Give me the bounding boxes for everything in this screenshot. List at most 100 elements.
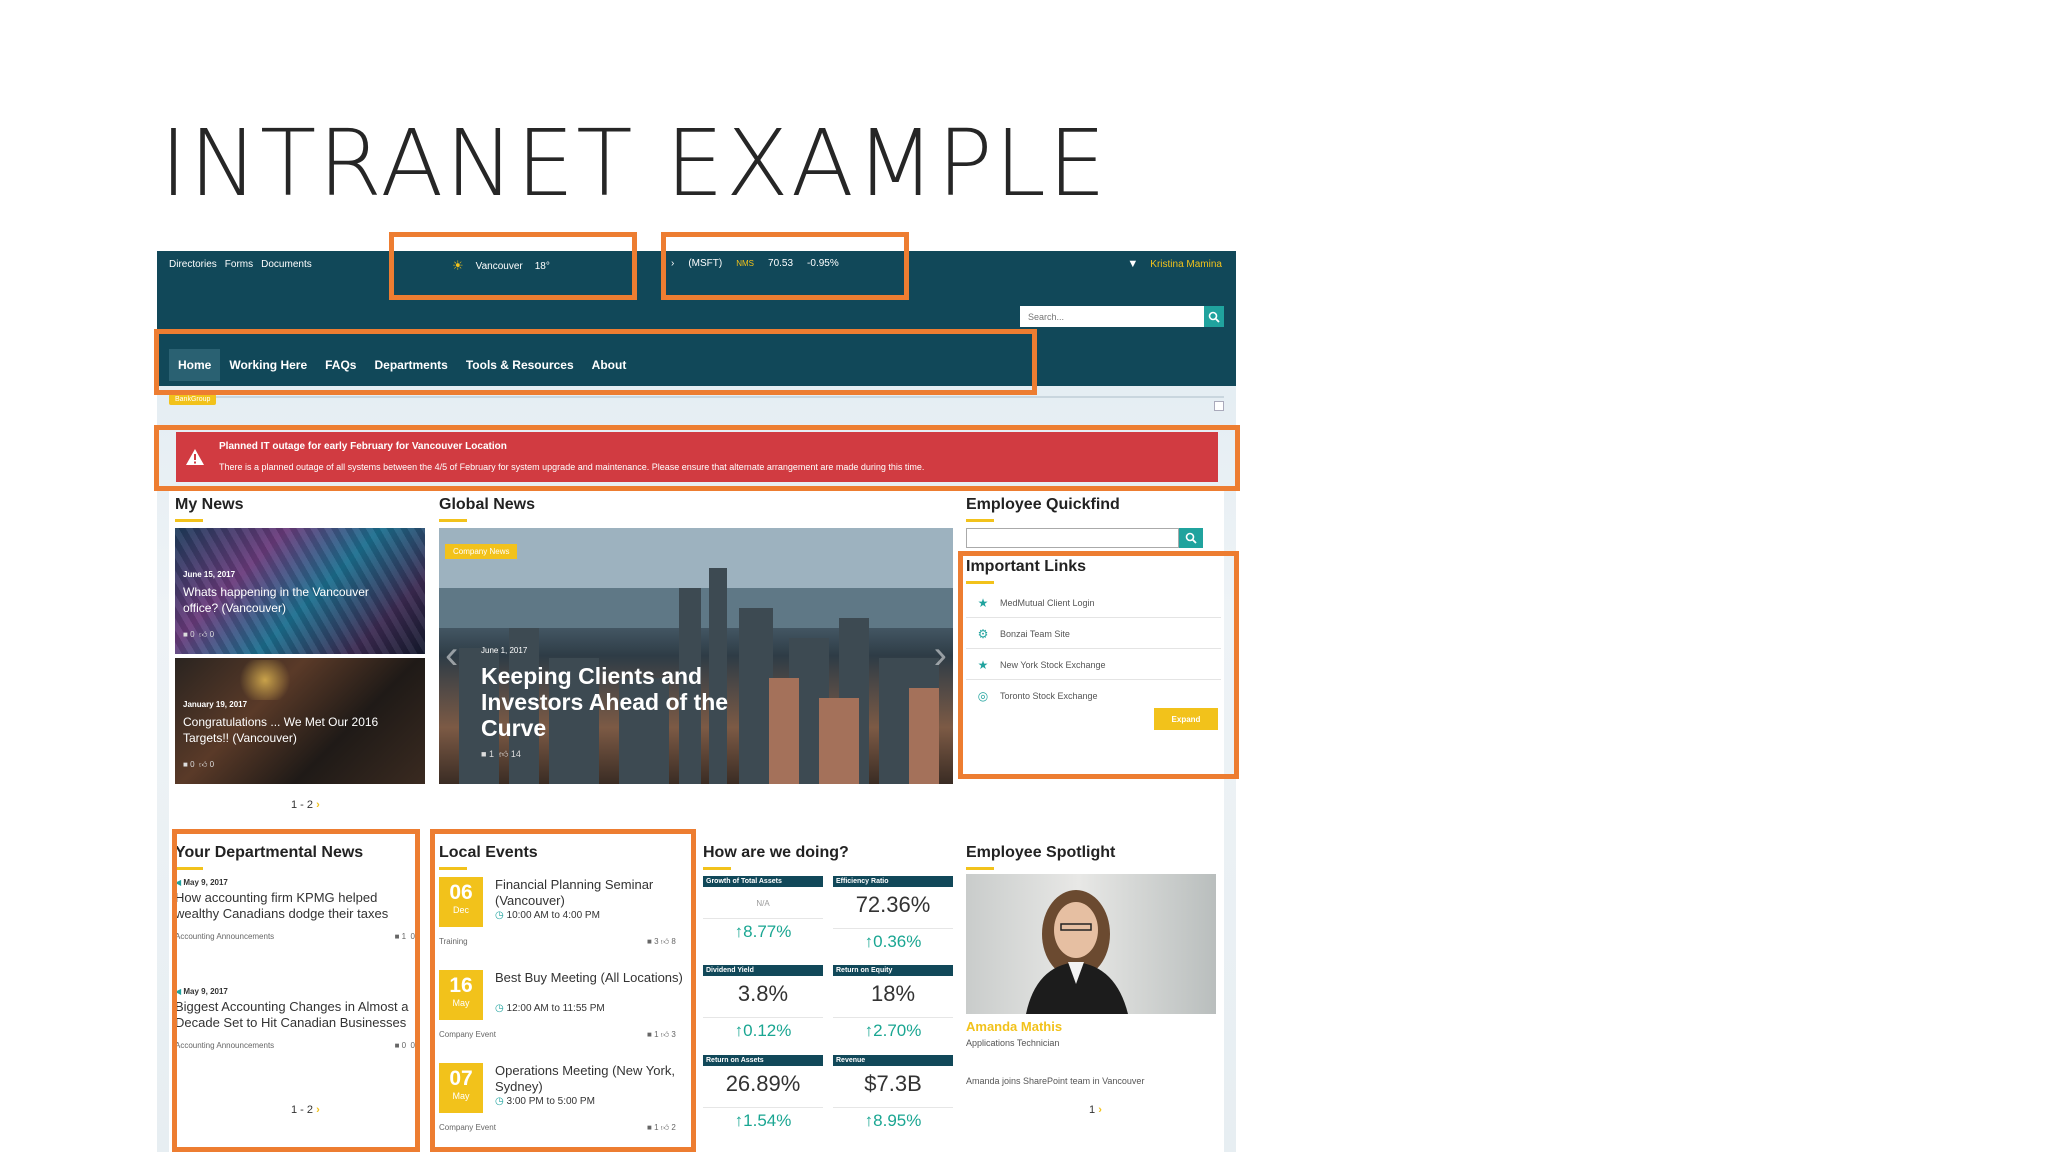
time-text: 3:00 PM to 5:00 PM [506, 1096, 595, 1107]
event-title[interactable]: Operations Meeting (New York, Sydney) [495, 1063, 690, 1095]
arrow-up-icon: ↑ [734, 1021, 744, 1040]
event-title[interactable]: Best Buy Meeting (All Locations) [495, 970, 690, 986]
city-skyline-image [439, 528, 953, 784]
like-count: 8 [671, 937, 676, 946]
hero-headline[interactable]: Keeping Clients and Investors Ahead of t… [481, 663, 781, 741]
spotlight-description[interactable]: Amanda joins SharePoint team in Vancouve… [966, 1076, 1144, 1086]
event-time: ◷ 3:00 PM to 5:00 PM [495, 1096, 595, 1107]
chevron-left-icon[interactable]: ‹ [445, 633, 458, 678]
documents-link[interactable]: Documents [261, 259, 312, 270]
metric-value: 26.89% [725, 1071, 801, 1096]
comment-count: 1 [654, 1123, 659, 1132]
local-events-title: Local Events [439, 844, 538, 870]
search-input[interactable] [1020, 306, 1204, 327]
like-icon[interactable]: 👍︎ [199, 760, 207, 769]
content-area: My News June 15, 2017 Whats happening in… [169, 491, 1224, 1152]
event-date-badge: 07 May [439, 1063, 483, 1113]
quickfind-search-button[interactable] [1179, 528, 1203, 548]
dept-news-item[interactable]: ◀ May 9, 2017 How accounting firm KPMG h… [175, 878, 415, 941]
filter-icon[interactable]: ▼ [1127, 258, 1138, 270]
weather-widget: ☀ Vancouver 18° [452, 258, 550, 274]
stock-change: -0.95% [807, 258, 839, 269]
link-label: New York Stock Exchange [1000, 659, 1106, 670]
metric-change: ↑8.77% [703, 918, 823, 942]
important-link[interactable]: ⚙ Bonzai Team Site [966, 619, 1221, 649]
event-title[interactable]: Financial Planning Seminar (Vancouver) [495, 877, 690, 909]
nav-working-here[interactable]: Working Here [220, 349, 316, 381]
nav-faqs[interactable]: FAQs [316, 349, 365, 381]
like-icon[interactable]: 👍︎ [661, 937, 669, 946]
event-day: 16 [449, 974, 473, 997]
news-title[interactable]: Congratulations ... We Met Our 2016 Targ… [183, 714, 403, 746]
search-button[interactable] [1204, 306, 1224, 327]
link-label: MedMutual Client Login [1000, 597, 1095, 608]
metric-value: 72.36% [855, 892, 931, 917]
dept-news-category[interactable]: Accounting Announcements [175, 1041, 274, 1050]
breadcrumb-tag[interactable]: BankGroup [169, 394, 217, 405]
comment-count: 3 [654, 937, 659, 946]
forms-link[interactable]: Forms [225, 259, 253, 270]
like-icon[interactable]: 👍︎ [661, 1123, 669, 1132]
nav-home[interactable]: Home [169, 349, 221, 381]
chevron-right-icon[interactable]: › [934, 633, 947, 678]
dept-news-date: ◀ May 9, 2017 [175, 987, 415, 996]
like-icon[interactable]: 👍︎ [661, 1030, 669, 1039]
nav-tools-resources[interactable]: Tools & Resources [457, 349, 583, 381]
expand-button[interactable]: Expand [1154, 708, 1218, 730]
directories-link[interactable]: Directories [169, 259, 217, 270]
like-icon[interactable]: 👍︎ [199, 630, 207, 639]
change-text: 0.36% [873, 932, 922, 951]
dept-news-category[interactable]: Accounting Announcements [175, 932, 274, 941]
site-search [1020, 306, 1224, 327]
chevron-right-icon[interactable]: › [316, 1104, 320, 1116]
dept-news-pager[interactable]: 1 - 2 › [291, 1104, 320, 1116]
news-category-tag[interactable]: Company News [445, 544, 518, 559]
event-counts: ■ 1 👍︎ 3 [647, 1030, 676, 1040]
nav-departments[interactable]: Departments [365, 349, 456, 381]
dept-news-item[interactable]: ◀ May 9, 2017 Biggest Accounting Changes… [175, 987, 415, 1050]
global-news-hero[interactable]: Company News ‹ › June 1, 2017 Keeping Cl… [439, 528, 953, 784]
news-title[interactable]: Whats happening in the Vancouver office?… [183, 584, 403, 616]
metric-label: Efficiency Ratio [833, 876, 953, 887]
comment-count: 1 [401, 932, 407, 941]
alert-title: Planned IT outage for early February for… [219, 441, 507, 452]
my-news-pager[interactable]: 1 - 2 › [291, 799, 320, 811]
chevron-right-icon[interactable]: › [671, 258, 674, 269]
news-meta: ■ 0 👍︎ 0 [183, 630, 214, 640]
quickfind-title: Employee Quickfind [966, 496, 1120, 522]
stock-ticker: › (MSFT) NMS 70.53 -0.95% [671, 258, 839, 269]
hero-meta: ■ 1 👍︎ 14 [481, 749, 521, 760]
chevron-right-icon[interactable]: › [316, 799, 320, 811]
metric-card: Growth of Total Assets N/A ↑8.77% [703, 876, 823, 960]
chevron-right-icon[interactable]: › [1098, 1104, 1102, 1116]
important-link[interactable]: ★ MedMutual Client Login [966, 588, 1221, 618]
user-name[interactable]: Kristina Mamina [1150, 259, 1222, 270]
like-icon[interactable]: 👍︎ [499, 749, 508, 759]
nav-about[interactable]: About [583, 349, 636, 381]
dept-news-title[interactable]: Biggest Accounting Changes in Almost a D… [175, 999, 415, 1031]
quickfind-input[interactable] [966, 528, 1179, 548]
event-month: Dec [452, 905, 469, 915]
comment-icon: ■ [647, 1123, 652, 1132]
important-link[interactable]: ◎ Toronto Stock Exchange [966, 681, 1221, 711]
event-time: ◷ 12:00 AM to 11:55 PM [495, 1003, 605, 1014]
like-count: 2 [671, 1123, 676, 1132]
event-counts: ■ 1 👍︎ 2 [647, 1123, 676, 1133]
comment-icon: ■ [394, 1041, 400, 1050]
slide-title: INTRANET EXAMPLE [160, 110, 1109, 217]
spotlight-pager[interactable]: 1 › [1089, 1104, 1102, 1116]
link-label: Toronto Stock Exchange [1000, 691, 1098, 701]
important-link[interactable]: ★ New York Stock Exchange [966, 650, 1221, 680]
dept-news-title[interactable]: How accounting firm KPMG helped wealthy … [175, 890, 415, 922]
metric-value: 3.8% [737, 981, 789, 1006]
metric-change: ↑2.70% [833, 1017, 953, 1041]
breadcrumb-checkbox[interactable] [1214, 401, 1224, 411]
spotlight-name[interactable]: Amanda Mathis [966, 1019, 1062, 1034]
change-text: 0.12% [743, 1021, 792, 1040]
arrow-up-icon: ↑ [864, 932, 874, 951]
spotlight-photo[interactable] [966, 874, 1216, 1014]
news-card[interactable]: June 15, 2017 Whats happening in the Van… [175, 528, 425, 654]
news-card[interactable]: January 19, 2017 Congratulations ... We … [175, 658, 425, 784]
like-count: 3 [671, 1030, 676, 1039]
hero-date: June 1, 2017 [481, 646, 528, 655]
